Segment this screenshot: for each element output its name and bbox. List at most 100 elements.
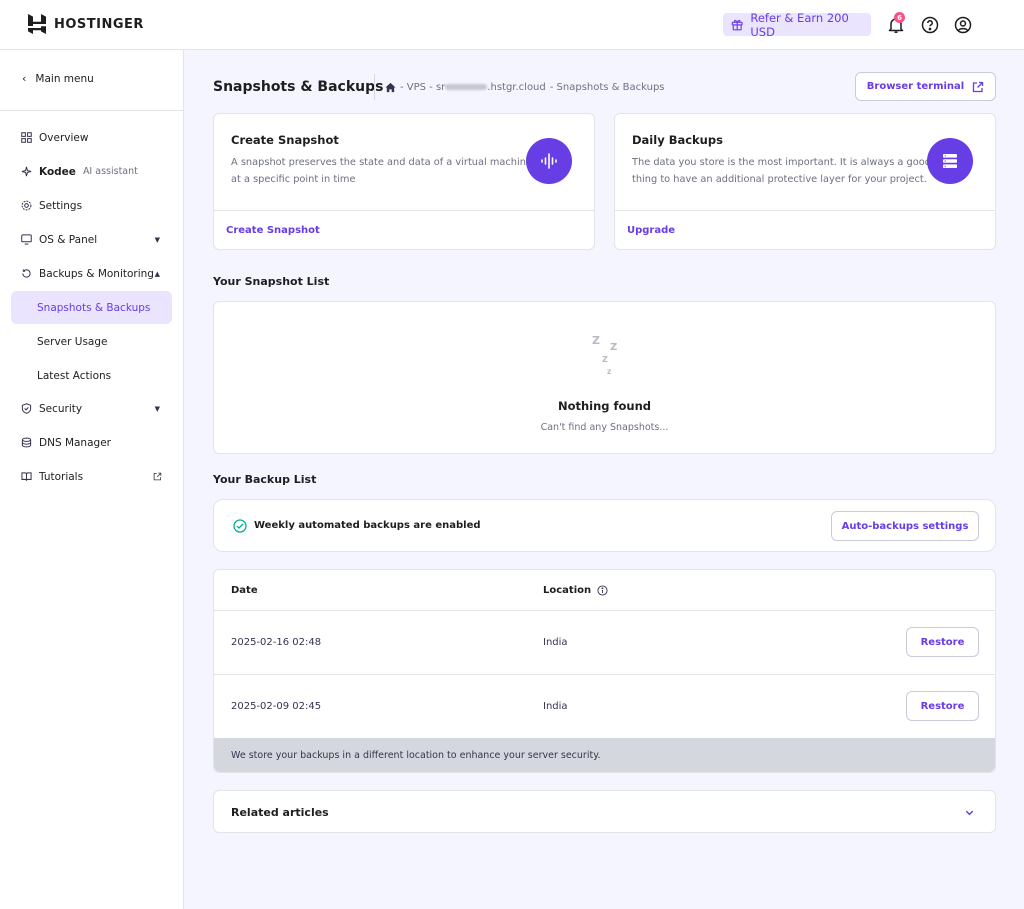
sidebar-item-os-panel[interactable]: OS & Panel ▼: [11, 223, 172, 256]
page-title: Snapshots & Backups: [213, 79, 384, 95]
restore-label: Restore: [920, 636, 965, 648]
sidebar-item-label: Settings: [39, 199, 83, 212]
column-header-location-label: Location: [543, 585, 592, 596]
breadcrumb-vps[interactable]: - VPS - sr .hstgr.cloud: [400, 82, 546, 93]
card-divider: [214, 210, 594, 211]
logo-text: HOSTINGER: [54, 16, 144, 32]
shield-icon: [21, 403, 32, 414]
row-divider: [214, 610, 995, 611]
create-snapshot-desc-line2: at a specific point in time: [231, 174, 356, 185]
refer-earn-button[interactable]: Refer & Earn 200 USD: [723, 11, 871, 39]
book-icon: [21, 472, 32, 481]
help-button[interactable]: [920, 15, 940, 35]
create-snapshot-description: A snapshot preserves the state and data …: [231, 154, 532, 188]
restore-button[interactable]: Restore: [906, 627, 979, 657]
create-snapshot-link[interactable]: Create Snapshot: [226, 225, 320, 236]
dns-icon: [21, 437, 32, 448]
daily-backups-desc-line1: The data you store is the most important…: [632, 157, 931, 168]
sidebar-item-settings[interactable]: Settings: [11, 189, 172, 222]
restore-label: Restore: [920, 700, 965, 712]
sidebar-item-dns-manager[interactable]: DNS Manager: [11, 426, 172, 459]
auto-backups-settings-button[interactable]: Auto-backups settings: [831, 511, 979, 541]
sidebar-item-server-usage[interactable]: Server Usage: [11, 325, 172, 358]
sidebar-item-overview[interactable]: Overview: [11, 121, 172, 154]
external-link-icon: [973, 81, 984, 92]
main-menu-label: Main menu: [35, 72, 94, 85]
restore-button[interactable]: Restore: [906, 691, 979, 721]
daily-backups-desc-line2: thing to have an additional protective l…: [632, 174, 927, 185]
chevron-down-icon: [965, 810, 974, 816]
sidebar-item-label: DNS Manager: [39, 436, 111, 449]
top-header: HOSTINGER Refer & Earn 200 USD 6: [0, 0, 1024, 50]
sidebar-item-label: Security: [39, 402, 83, 415]
hostinger-logo[interactable]: HOSTINGER: [28, 14, 144, 34]
daily-backups-title: Daily Backups: [632, 133, 723, 147]
external-link-icon: [153, 472, 162, 481]
sidebar-item-label: Backups & Monitoring: [39, 267, 154, 280]
snapshot-list-title: Your Snapshot List: [213, 275, 330, 288]
breadcrumb-host-label: .hstgr.cloud: [487, 81, 546, 93]
row-divider: [214, 674, 995, 675]
server-icon: [943, 154, 957, 168]
daily-backups-description: The data you store is the most important…: [632, 154, 931, 188]
user-icon: [954, 16, 972, 34]
gift-icon: [731, 19, 743, 31]
card-divider: [615, 210, 995, 211]
browser-terminal-button[interactable]: Browser terminal: [855, 72, 996, 101]
snapshot-icon-circle: [526, 138, 572, 184]
sidebar-item-kodee[interactable]: Kodee AI assistant: [11, 155, 172, 188]
breadcrumb-current: - Snapshots & Backups: [549, 81, 665, 93]
backup-table: Date Location 2025-02-16 02:48 India Res…: [213, 569, 996, 773]
monitor-icon: [21, 234, 32, 245]
backup-icon-circle: [927, 138, 973, 184]
auto-backup-status-card: Weekly automated backups are enabled Aut…: [213, 499, 996, 552]
sidebar-item-tutorials[interactable]: Tutorials: [11, 460, 172, 493]
sidebar-item-label: OS & Panel: [39, 233, 98, 246]
breadcrumb-vps-label: - VPS - sr: [400, 81, 446, 93]
sidebar-item-label: Tutorials: [39, 470, 84, 483]
grid-icon: [21, 132, 32, 143]
redacted-hostname: [445, 83, 488, 90]
chevron-left-icon: ‹: [22, 72, 27, 85]
main-menu-link[interactable]: ‹ Main menu: [22, 72, 94, 85]
sidebar-item-label: Kodee: [39, 165, 76, 178]
breadcrumb: - VPS - sr .hstgr.cloud - Snapshots & Bac…: [374, 74, 665, 100]
chevron-up-icon: ▲: [154, 269, 160, 278]
hostinger-logo-icon: [28, 14, 46, 34]
backup-location: India: [543, 637, 568, 648]
browser-terminal-label: Browser terminal: [866, 81, 965, 92]
info-icon[interactable]: [597, 585, 608, 596]
empty-state-title: Nothing found: [557, 399, 652, 413]
chevron-down-icon: ▼: [154, 235, 160, 244]
sidebar-item-sublabel: AI assistant: [82, 166, 138, 177]
backup-table-footer: We store your backups in a different loc…: [214, 738, 995, 772]
related-articles-accordion[interactable]: Related articles: [213, 790, 996, 833]
auto-backup-status-text: Weekly automated backups are enabled: [254, 520, 481, 531]
auto-backups-settings-label: Auto-backups settings: [841, 520, 969, 532]
sidebar-divider: [0, 110, 184, 111]
history-icon: [22, 269, 31, 278]
related-articles-title: Related articles: [231, 806, 329, 819]
account-button[interactable]: [953, 15, 973, 35]
sidebar-item-label: Latest Actions: [37, 369, 112, 382]
sidebar-item-security[interactable]: Security ▼: [11, 392, 172, 425]
column-header-date: Date: [231, 585, 258, 596]
sidebar-item-backups-monitoring[interactable]: Backups & Monitoring ▲: [11, 257, 172, 290]
sidebar-item-label: Server Usage: [37, 335, 108, 348]
home-icon[interactable]: [385, 82, 396, 93]
empty-state-subtitle: Can't find any Snapshots...: [540, 422, 669, 433]
snapshot-list-card: Z Z Z Z Nothing found Can't find any Sna…: [213, 301, 996, 454]
upgrade-link[interactable]: Upgrade: [627, 225, 675, 236]
sidebar-item-label: Snapshots & Backups: [37, 301, 151, 314]
create-snapshot-title: Create Snapshot: [231, 133, 339, 147]
backup-date: 2025-02-09 02:45: [231, 701, 322, 712]
sidebar-item-snapshots-backups[interactable]: Snapshots & Backups: [11, 291, 172, 324]
notification-badge: 6: [894, 12, 905, 23]
sparkle-icon: [21, 166, 32, 177]
daily-backups-card: Daily Backups The data you store is the …: [614, 113, 996, 250]
create-snapshot-desc-line1: A snapshot preserves the state and data …: [231, 157, 532, 168]
sidebar-item-latest-actions[interactable]: Latest Actions: [11, 359, 172, 392]
notifications-button[interactable]: 6: [886, 12, 906, 35]
sidebar: ‹ Main menu Overview Kodee AI assistant …: [0, 50, 184, 909]
waveform-icon: [541, 153, 557, 169]
